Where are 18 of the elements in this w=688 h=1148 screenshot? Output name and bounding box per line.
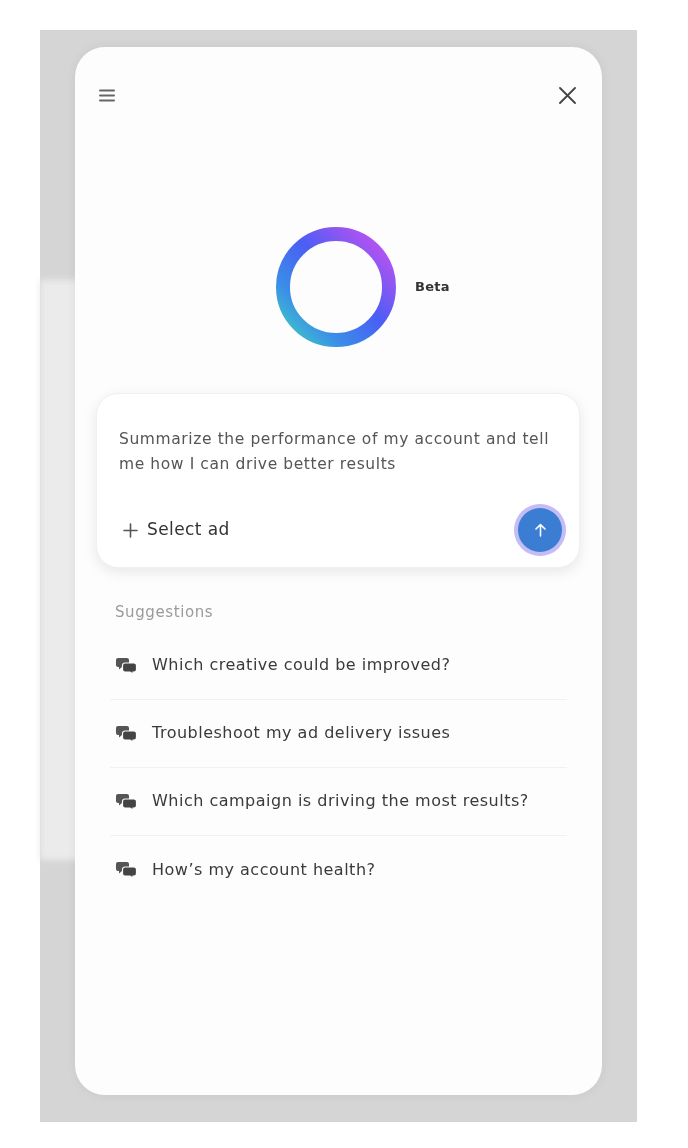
select-ad-button[interactable]: Select ad xyxy=(119,517,230,543)
chat-bubbles-icon xyxy=(116,861,137,878)
suggestion-item[interactable]: Troubleshoot my ad delivery issues xyxy=(110,721,451,745)
arrow-up-icon xyxy=(534,523,546,537)
chat-bubbles-icon xyxy=(116,724,137,742)
suggestion-item[interactable]: How’s my account health? xyxy=(110,857,376,882)
prompt-input[interactable]: Summarize the performance of my account and tell me how I can drive better results xyxy=(119,427,559,477)
close-icon xyxy=(558,86,576,104)
chat-bubbles-icon xyxy=(116,656,137,674)
suggestion-item[interactable]: Which campaign is driving the most results? xyxy=(110,789,529,813)
suggestion-item[interactable]: Which creative could be improved? xyxy=(110,653,451,677)
close-button[interactable] xyxy=(556,84,578,106)
send-button[interactable] xyxy=(518,508,562,552)
chat-bubbles-icon xyxy=(116,792,137,810)
menu-icon xyxy=(99,88,115,102)
suggestions-heading: Suggestions xyxy=(115,602,214,623)
plus-icon xyxy=(123,522,138,538)
beta-label: Beta xyxy=(415,278,450,297)
